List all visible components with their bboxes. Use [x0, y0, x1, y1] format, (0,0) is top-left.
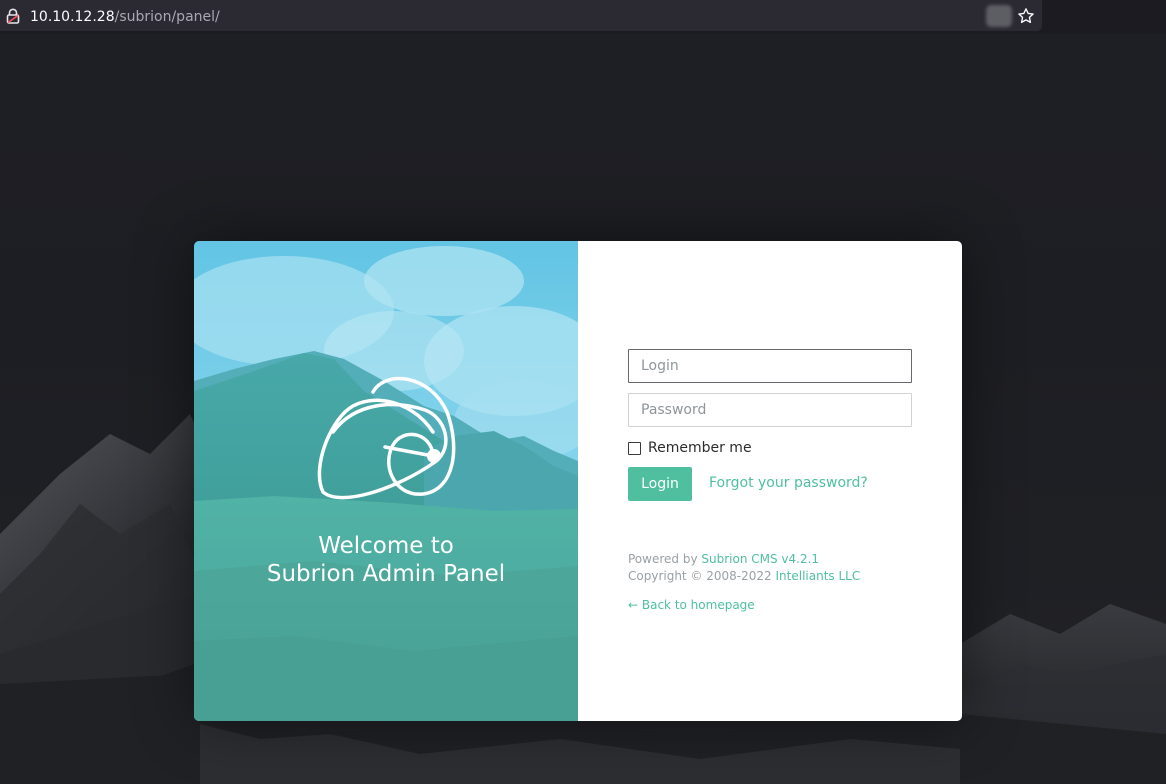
extension-icon[interactable] — [986, 5, 1012, 27]
star-icon[interactable] — [1017, 7, 1035, 25]
browser-toolbar: 10.10.12.28/subrion/panel/ — [0, 0, 1166, 34]
url-path: /subrion/panel/ — [114, 9, 220, 25]
subrion-cms-link[interactable]: Subrion CMS v4.2.1 — [701, 552, 819, 566]
remember-me-label: Remember me — [648, 440, 752, 456]
forgot-password-link[interactable]: Forgot your password? — [709, 475, 868, 491]
welcome-line-1: Welcome to — [318, 533, 454, 559]
login-button[interactable]: Login — [628, 467, 692, 501]
intelliants-link[interactable]: Intelliants LLC — [776, 569, 861, 583]
login-card: Welcome to Subrion Admin Panel Remember … — [194, 241, 962, 721]
powered-by: Powered by Subrion CMS v4.2.1 — [628, 551, 819, 567]
url-host: 10.10.12.28 — [30, 9, 115, 25]
login-form-panel: Remember me Login Forgot your password? … — [578, 241, 962, 721]
welcome-panel: Welcome to Subrion Admin Panel — [194, 241, 578, 721]
copyright-text: Copyright © 2008-2022 — [628, 569, 772, 583]
remember-me[interactable]: Remember me — [628, 439, 752, 457]
login-input[interactable] — [628, 349, 912, 383]
subrion-logo — [317, 376, 456, 500]
welcome-line-2: Subrion Admin Panel — [266, 561, 506, 587]
welcome-heading: Welcome to Subrion Admin Panel — [194, 532, 578, 588]
password-input[interactable] — [628, 393, 912, 427]
powered-by-text: Powered by — [628, 552, 698, 566]
address-bar[interactable]: 10.10.12.28/subrion/panel/ — [0, 0, 1042, 31]
lock-icon[interactable] — [6, 8, 20, 24]
url-text[interactable]: 10.10.12.28/subrion/panel/ — [30, 8, 220, 26]
back-to-homepage-link[interactable]: ← Back to homepage — [628, 597, 755, 613]
copyright: Copyright © 2008-2022 Intelliants LLC — [628, 568, 860, 584]
remember-me-checkbox[interactable] — [628, 441, 641, 455]
